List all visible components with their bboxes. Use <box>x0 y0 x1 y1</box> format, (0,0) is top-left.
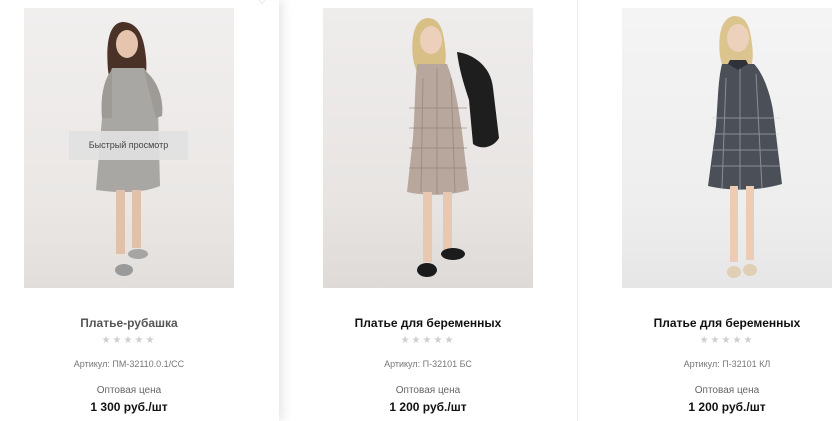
price-label: Оптовая цена <box>96 385 162 396</box>
product-price: 1 200 руб./шт <box>688 400 766 414</box>
product-sku: Артикул: ПМ-32110.0.1/СС <box>73 359 185 369</box>
quick-view-button[interactable]: Быстрый просмотр <box>69 131 188 160</box>
price-label: Оптовая цена <box>395 385 461 396</box>
rating-stars: ★★★★★ <box>400 335 456 346</box>
product-title[interactable]: Платье для беременных <box>278 316 578 330</box>
product-card[interactable]: Платье для беременных ★★★★★ Артикул: П-3… <box>278 0 578 421</box>
product-sku: Артикул: П-32101 КЛ <box>683 359 771 369</box>
product-title[interactable]: Платье для беременных <box>577 316 837 330</box>
rating-stars: ★★★★★ <box>699 335 755 346</box>
product-sku: Артикул: П-32101 БС <box>384 359 472 369</box>
rating-stars: ★★★★★ <box>101 335 157 346</box>
dress-photo-icon <box>708 16 782 278</box>
product-card[interactable]: ♡ Быстрый просмотр Платье-рубашка ★★★★★ … <box>0 0 279 421</box>
product-image[interactable] <box>323 8 533 288</box>
product-title[interactable]: Платье-рубашка <box>0 316 279 330</box>
heart-icon[interactable]: ♡ <box>255 0 269 8</box>
product-grid: ♡ Быстрый просмотр Платье-рубашка ★★★★★ … <box>0 0 837 421</box>
product-price: 1 300 руб./шт <box>90 400 168 414</box>
product-card[interactable]: Платье для беременных ★★★★★ Артикул: П-3… <box>577 0 837 421</box>
dress-photo-icon <box>407 18 499 277</box>
price-label: Оптовая цена <box>694 385 760 396</box>
product-image[interactable] <box>622 8 832 288</box>
product-price: 1 200 руб./шт <box>389 400 467 414</box>
